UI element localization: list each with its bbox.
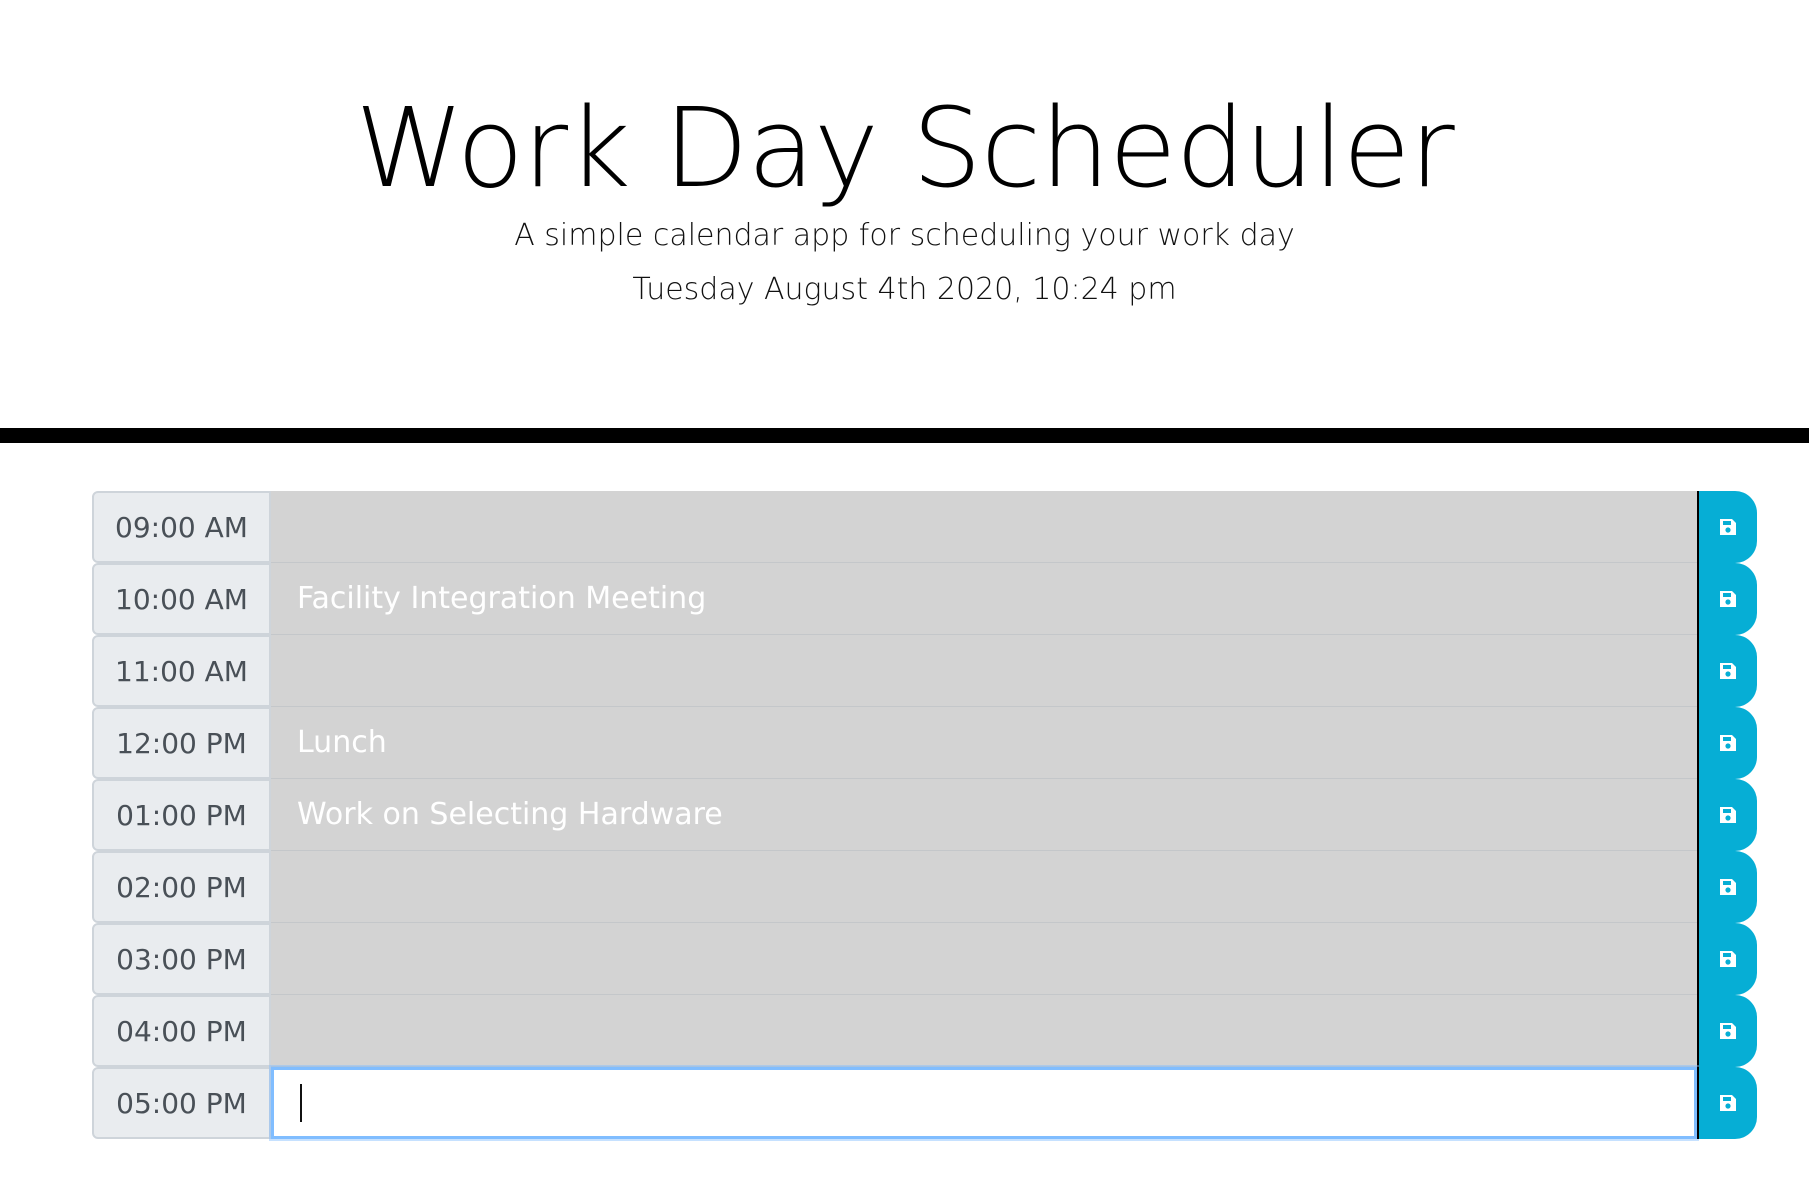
page-subtitle: A simple calendar app for scheduling you… bbox=[514, 218, 1295, 253]
time-block-row: 11:00 AM bbox=[92, 635, 1757, 707]
time-block-row: 12:00 PM Lunch bbox=[92, 707, 1757, 779]
save-button[interactable] bbox=[1697, 491, 1757, 563]
save-button[interactable] bbox=[1697, 995, 1757, 1067]
description-textarea[interactable] bbox=[271, 923, 1697, 995]
floppy-disk-icon bbox=[1718, 805, 1738, 825]
save-button[interactable] bbox=[1697, 563, 1757, 635]
save-button[interactable] bbox=[1697, 923, 1757, 995]
save-button[interactable] bbox=[1697, 707, 1757, 779]
page-title: Work Day Scheduler bbox=[355, 84, 1454, 212]
description-textarea[interactable]: Work on Selecting Hardware bbox=[271, 779, 1697, 851]
description-textarea[interactable]: Lunch bbox=[271, 707, 1697, 779]
hour-label: 02:00 PM bbox=[92, 851, 271, 923]
time-block-row: 04:00 PM bbox=[92, 995, 1757, 1067]
time-block-row: 02:00 PM bbox=[92, 851, 1757, 923]
time-block-row: 05:00 PM bbox=[92, 1067, 1757, 1139]
header-divider bbox=[0, 428, 1809, 443]
hour-label: 10:00 AM bbox=[92, 563, 271, 635]
save-button[interactable] bbox=[1697, 635, 1757, 707]
time-block-row: 01:00 PM Work on Selecting Hardware bbox=[92, 779, 1757, 851]
description-textarea[interactable] bbox=[271, 851, 1697, 923]
hour-label: 09:00 AM bbox=[92, 491, 271, 563]
hour-label: 05:00 PM bbox=[92, 1067, 271, 1139]
floppy-disk-icon bbox=[1718, 877, 1738, 897]
floppy-disk-icon bbox=[1718, 733, 1738, 753]
description-textarea[interactable] bbox=[271, 491, 1697, 563]
floppy-disk-icon bbox=[1718, 1093, 1738, 1113]
hour-label: 11:00 AM bbox=[92, 635, 271, 707]
hour-label: 12:00 PM bbox=[92, 707, 271, 779]
save-button[interactable] bbox=[1697, 851, 1757, 923]
description-textarea[interactable] bbox=[271, 635, 1697, 707]
floppy-disk-icon bbox=[1718, 661, 1738, 681]
time-block-row: 09:00 AM bbox=[92, 491, 1757, 563]
save-button[interactable] bbox=[1697, 779, 1757, 851]
description-textarea-focused[interactable] bbox=[271, 1067, 1697, 1139]
hour-label: 01:00 PM bbox=[92, 779, 271, 851]
current-day: Tuesday August 4th 2020, 10:24 pm bbox=[632, 272, 1177, 307]
floppy-disk-icon bbox=[1718, 1021, 1738, 1041]
hour-label: 03:00 PM bbox=[92, 923, 271, 995]
description-textarea[interactable] bbox=[271, 995, 1697, 1067]
text-cursor bbox=[300, 1084, 302, 1122]
time-block-row: 10:00 AM Facility Integration Meeting bbox=[92, 563, 1757, 635]
schedule-container: 09:00 AM 10:00 AM Facility Integration M… bbox=[92, 491, 1757, 1139]
floppy-disk-icon bbox=[1718, 589, 1738, 609]
time-block-row: 03:00 PM bbox=[92, 923, 1757, 995]
description-textarea[interactable]: Facility Integration Meeting bbox=[271, 563, 1697, 635]
header: Work Day Scheduler A simple calendar app… bbox=[0, 0, 1809, 428]
hour-label: 04:00 PM bbox=[92, 995, 271, 1067]
save-button[interactable] bbox=[1697, 1067, 1757, 1139]
floppy-disk-icon bbox=[1718, 949, 1738, 969]
floppy-disk-icon bbox=[1718, 517, 1738, 537]
